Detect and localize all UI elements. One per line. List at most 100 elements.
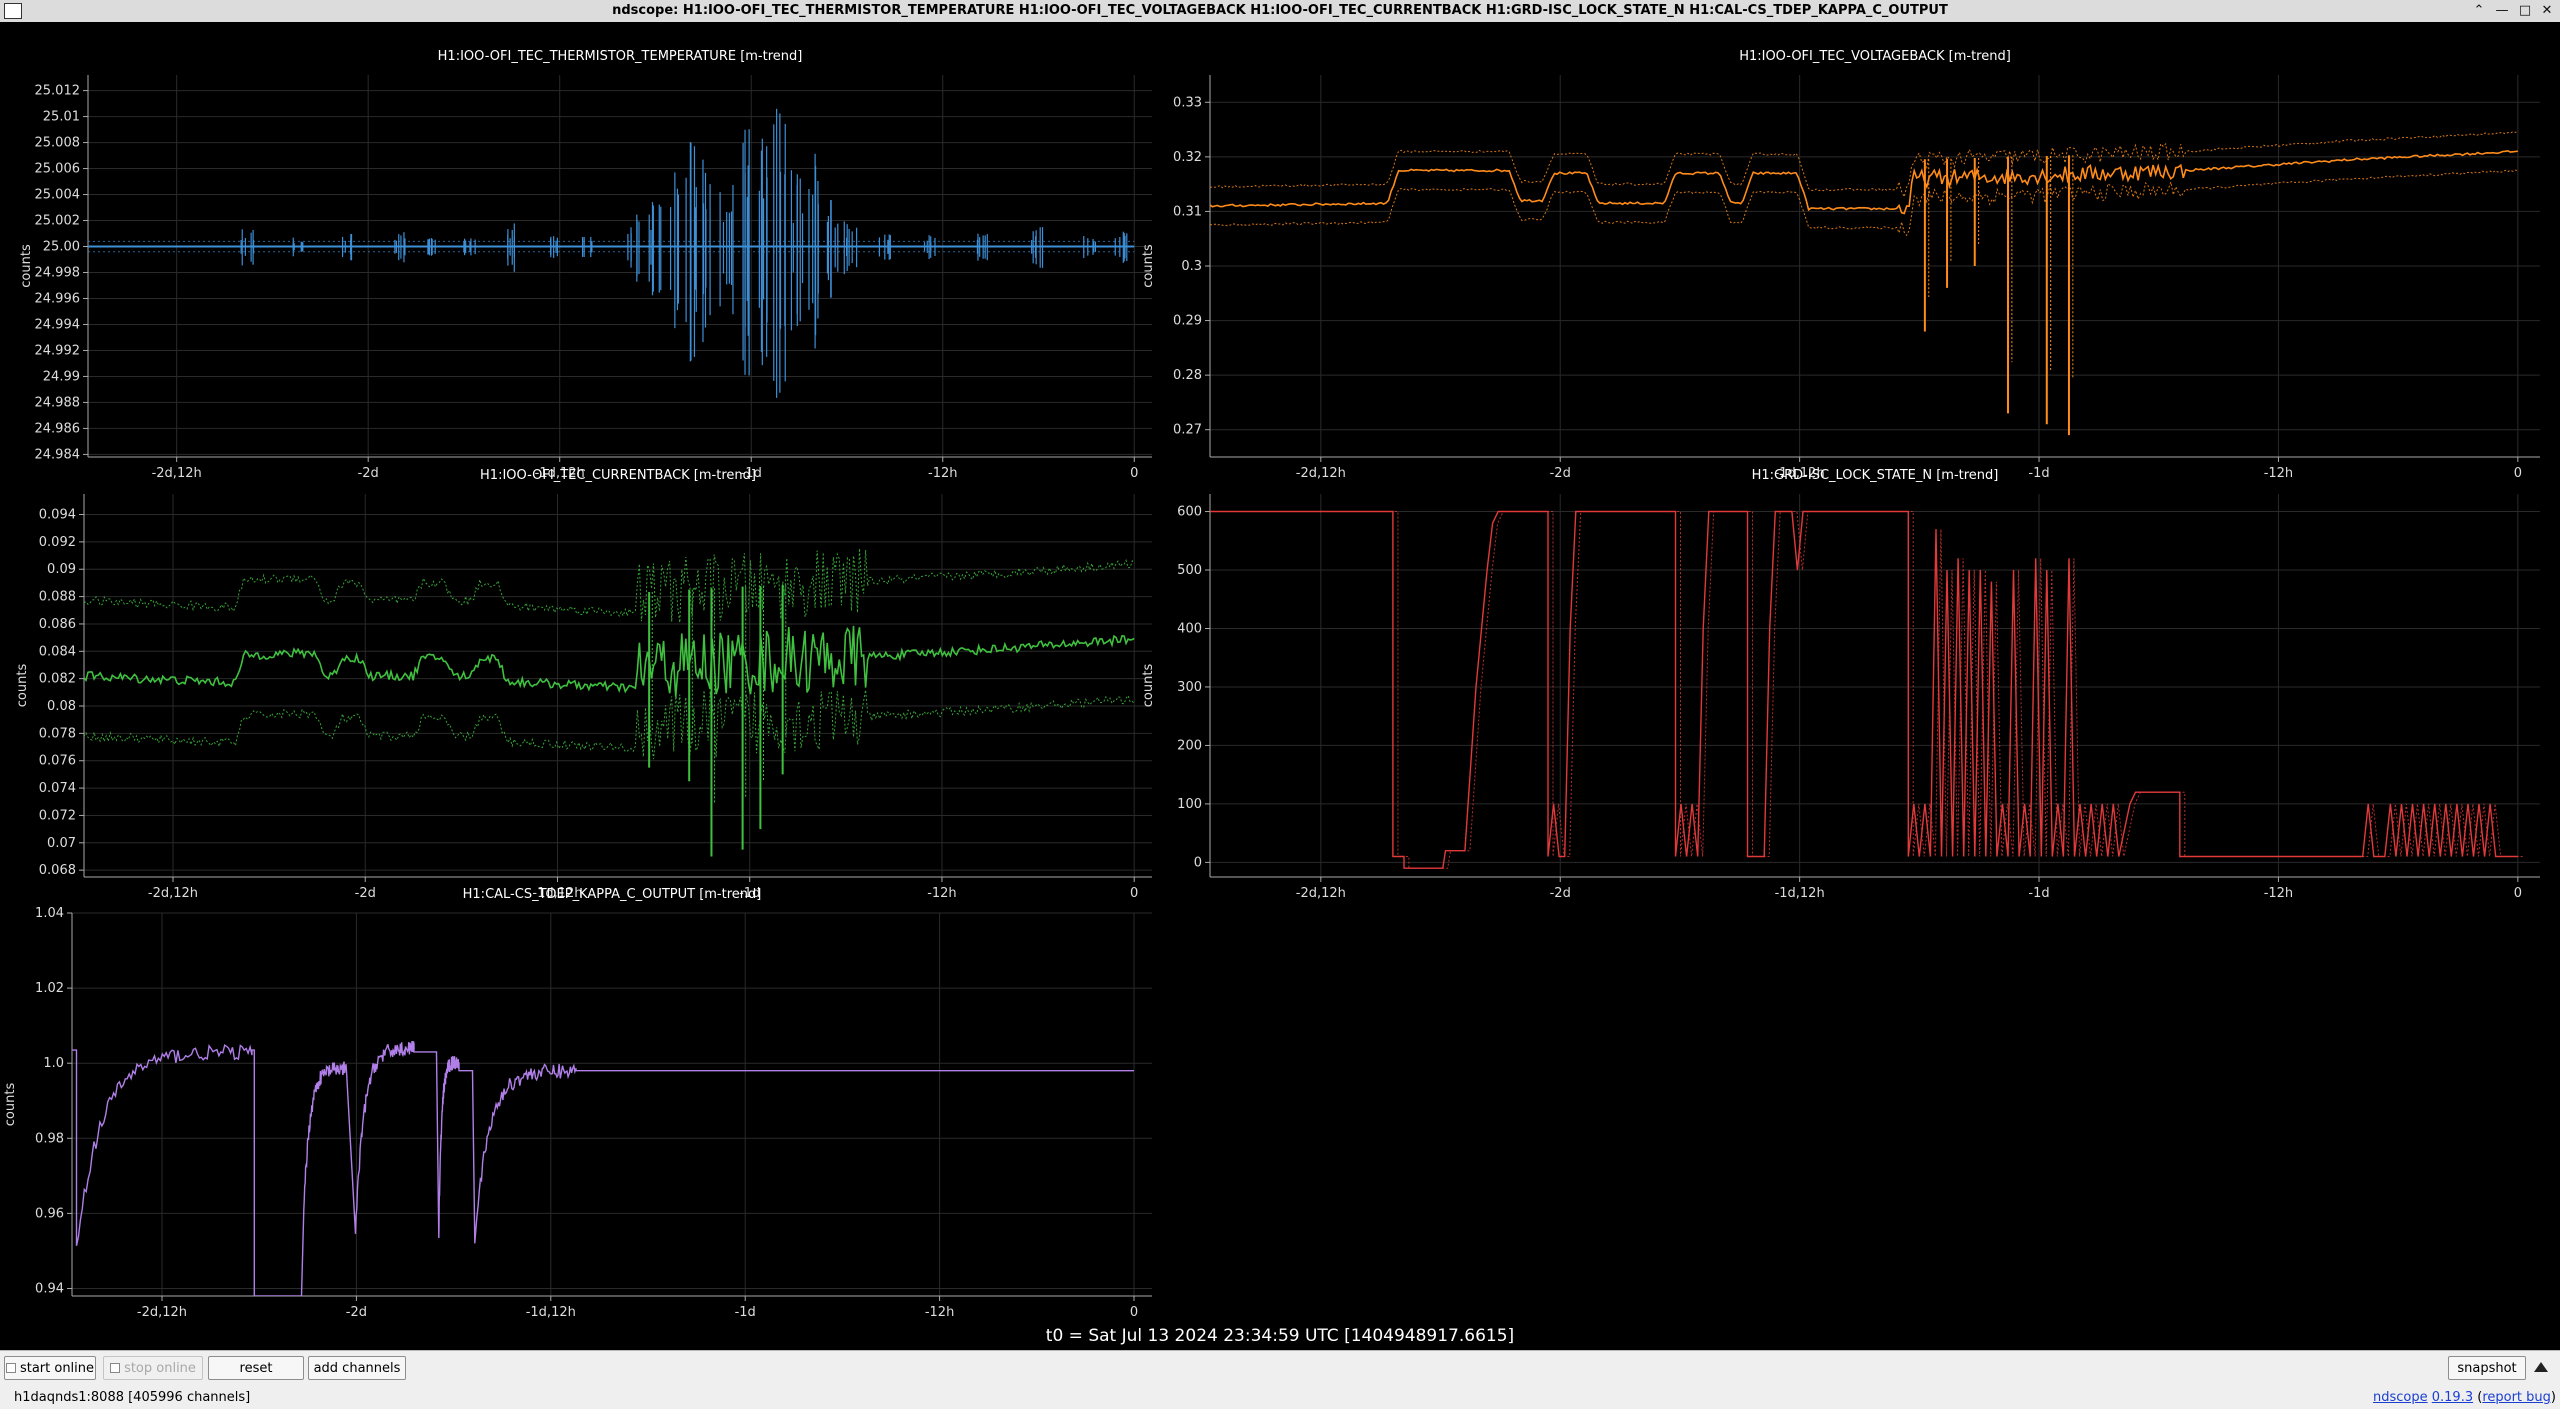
add-channels-button[interactable]: add channels xyxy=(308,1356,406,1380)
x-tick-label: -1d xyxy=(735,1305,756,1320)
y-tick-label: 24.992 xyxy=(35,343,81,358)
minimize-window-icon[interactable]: — xyxy=(2491,0,2513,22)
y-tick-label: 0.088 xyxy=(39,590,76,605)
x-tick-label: -12h xyxy=(2264,466,2293,481)
series-line xyxy=(72,1040,1134,1296)
x-tick-label: -12h xyxy=(927,886,956,901)
y-tick-label: 0.08 xyxy=(47,699,76,714)
y-tick-label: 24.986 xyxy=(35,421,81,436)
version-link[interactable]: 0.19.3 xyxy=(2432,1390,2473,1405)
x-tick-label: -2d xyxy=(346,1305,367,1320)
y-tick-label: 0.32 xyxy=(1173,150,1202,165)
y-tick-label: 24.994 xyxy=(35,317,81,332)
series-mid-line xyxy=(84,625,1135,697)
series-max-line xyxy=(1210,131,2518,199)
y-tick-label: 24.984 xyxy=(35,447,81,462)
report-bug-link[interactable]: report bug xyxy=(2482,1390,2551,1405)
y-tick-label: 0.084 xyxy=(39,644,76,659)
y-tick-label: 1.0 xyxy=(43,1056,64,1071)
close-window-icon[interactable]: ✕ xyxy=(2536,0,2558,22)
series-max-line xyxy=(84,548,1135,623)
x-tick-label: -12h xyxy=(2264,886,2293,901)
y-tick-label: 500 xyxy=(1177,563,1202,578)
y-tick-label: 100 xyxy=(1177,797,1202,812)
checkbox-icon xyxy=(5,1362,16,1373)
y-tick-label: 0 xyxy=(1194,855,1202,870)
x-tick-label: -1d,12h xyxy=(526,1305,576,1320)
y-tick-label: 200 xyxy=(1177,738,1202,753)
maximize-window-icon[interactable]: □ xyxy=(2514,0,2536,22)
version-info: ndscope 0.19.3 (report bug) xyxy=(2372,1390,2556,1405)
series-group xyxy=(88,108,1135,398)
y-tick-label: 24.996 xyxy=(35,291,81,306)
x-tick-label: -1d xyxy=(2028,886,2049,901)
y-tick-label: 24.998 xyxy=(35,265,81,280)
y-tick-label: 25.004 xyxy=(35,188,81,203)
x-tick-label: -2d xyxy=(355,886,376,901)
shade-window-icon[interactable]: ⌃ xyxy=(2468,0,2490,22)
x-tick-label: 0 xyxy=(2514,466,2522,481)
window-title: ndscope: H1:IOO-OFI_TEC_THERMISTOR_TEMPE… xyxy=(612,3,1948,18)
y-tick-label: 0.3 xyxy=(1181,259,1202,274)
x-tick-label: -2d xyxy=(1550,886,1571,901)
series-min-line xyxy=(84,689,1135,760)
x-tick-label: -2d,12h xyxy=(152,466,202,481)
x-tick-label: -2d xyxy=(1550,466,1571,481)
y-axis-label: counts xyxy=(3,1083,18,1127)
y-tick-label: 0.074 xyxy=(39,781,76,796)
y-tick-label: 24.988 xyxy=(35,395,81,410)
plot-panel-1[interactable]: H1:IOO-OFI_TEC_THERMISTOR_TEMPERATURE [m… xyxy=(19,49,1152,481)
series-group xyxy=(1210,510,2523,869)
series-line xyxy=(1210,510,2518,869)
y-tick-label: 25.012 xyxy=(35,84,81,99)
start-online-button[interactable]: start online xyxy=(4,1356,96,1380)
reset-button[interactable]: reset xyxy=(208,1356,304,1380)
series-min-line xyxy=(1215,511,2523,869)
y-tick-label: 0.076 xyxy=(39,754,76,769)
x-tick-label: -2d,12h xyxy=(148,886,198,901)
y-tick-label: 1.02 xyxy=(35,981,64,996)
ndscope-link[interactable]: ndscope xyxy=(2373,1390,2428,1405)
y-axis-label: counts xyxy=(1141,244,1156,288)
x-tick-label: -1d xyxy=(2028,466,2049,481)
x-tick-label: -2d,12h xyxy=(137,1305,187,1320)
series-group xyxy=(84,548,1135,857)
y-tick-label: 0.07 xyxy=(47,836,76,851)
y-tick-label: 0.31 xyxy=(1173,204,1202,219)
series-group xyxy=(72,1040,1134,1296)
server-status: h1daqnds1:8088 [405996 channels] xyxy=(14,1390,251,1405)
plot-title: H1:CAL-CS_TDEP_KAPPA_C_OUTPUT [m-trend] xyxy=(463,887,762,902)
y-tick-label: 0.28 xyxy=(1173,368,1202,383)
plot-canvas[interactable]: H1:IOO-OFI_TEC_THERMISTOR_TEMPERATURE [m… xyxy=(0,22,2560,1322)
t0-label: t0 = Sat Jul 13 2024 23:34:59 UTC [14049… xyxy=(1045,1326,1515,1346)
stop-online-button: stop online xyxy=(103,1356,203,1380)
y-tick-label: 25.01 xyxy=(43,110,80,125)
x-tick-label: -2d xyxy=(358,466,379,481)
y-axis-label: counts xyxy=(1141,664,1156,708)
toolbar: start online stop online reset add chann… xyxy=(0,1350,2560,1387)
plot-area[interactable]: H1:IOO-OFI_TEC_THERMISTOR_TEMPERATURE [m… xyxy=(0,22,2560,1350)
plot-panel-5[interactable]: H1:CAL-CS_TDEP_KAPPA_C_OUTPUT [m-trend] -… xyxy=(3,887,1152,1320)
x-tick-label: 0 xyxy=(1130,886,1138,901)
y-tick-label: 0.27 xyxy=(1173,423,1202,438)
plot-panel-3[interactable]: H1:IOO-OFI_TEC_CURRENTBACK [m-trend] -2d,… xyxy=(15,468,1152,901)
y-tick-label: 0.092 xyxy=(39,535,76,550)
y-tick-label: 25.00 xyxy=(43,240,80,255)
status-bar: h1daqnds1:8088 [405996 channels] ndscope… xyxy=(0,1386,2560,1409)
plot-panel-4[interactable]: H1:GRD-ISC_LOCK_STATE_N [m-trend] -2d,12h… xyxy=(1141,468,2540,901)
plot-title: H1:GRD-ISC_LOCK_STATE_N [m-trend] xyxy=(1752,468,1999,483)
y-tick-label: 25.006 xyxy=(35,162,81,177)
y-tick-label: 0.33 xyxy=(1173,95,1202,110)
x-tick-label: -12h xyxy=(928,466,957,481)
series-group xyxy=(1210,131,2519,436)
x-tick-label: -2d,12h xyxy=(1296,886,1346,901)
snapshot-button[interactable]: snapshot xyxy=(2448,1356,2526,1380)
x-tick-label: 0 xyxy=(2514,886,2522,901)
x-tick-label: 0 xyxy=(1130,1305,1138,1320)
y-tick-label: 0.98 xyxy=(35,1131,64,1146)
y-tick-label: 24.99 xyxy=(43,369,80,384)
plot-panel-2[interactable]: H1:IOO-OFI_TEC_VOLTAGEBACK [m-trend] -2d,… xyxy=(1141,49,2540,481)
y-tick-label: 0.086 xyxy=(39,617,76,632)
snapshot-menu-arrow-icon[interactable] xyxy=(2534,1362,2548,1372)
x-tick-label: -2d,12h xyxy=(1296,466,1346,481)
